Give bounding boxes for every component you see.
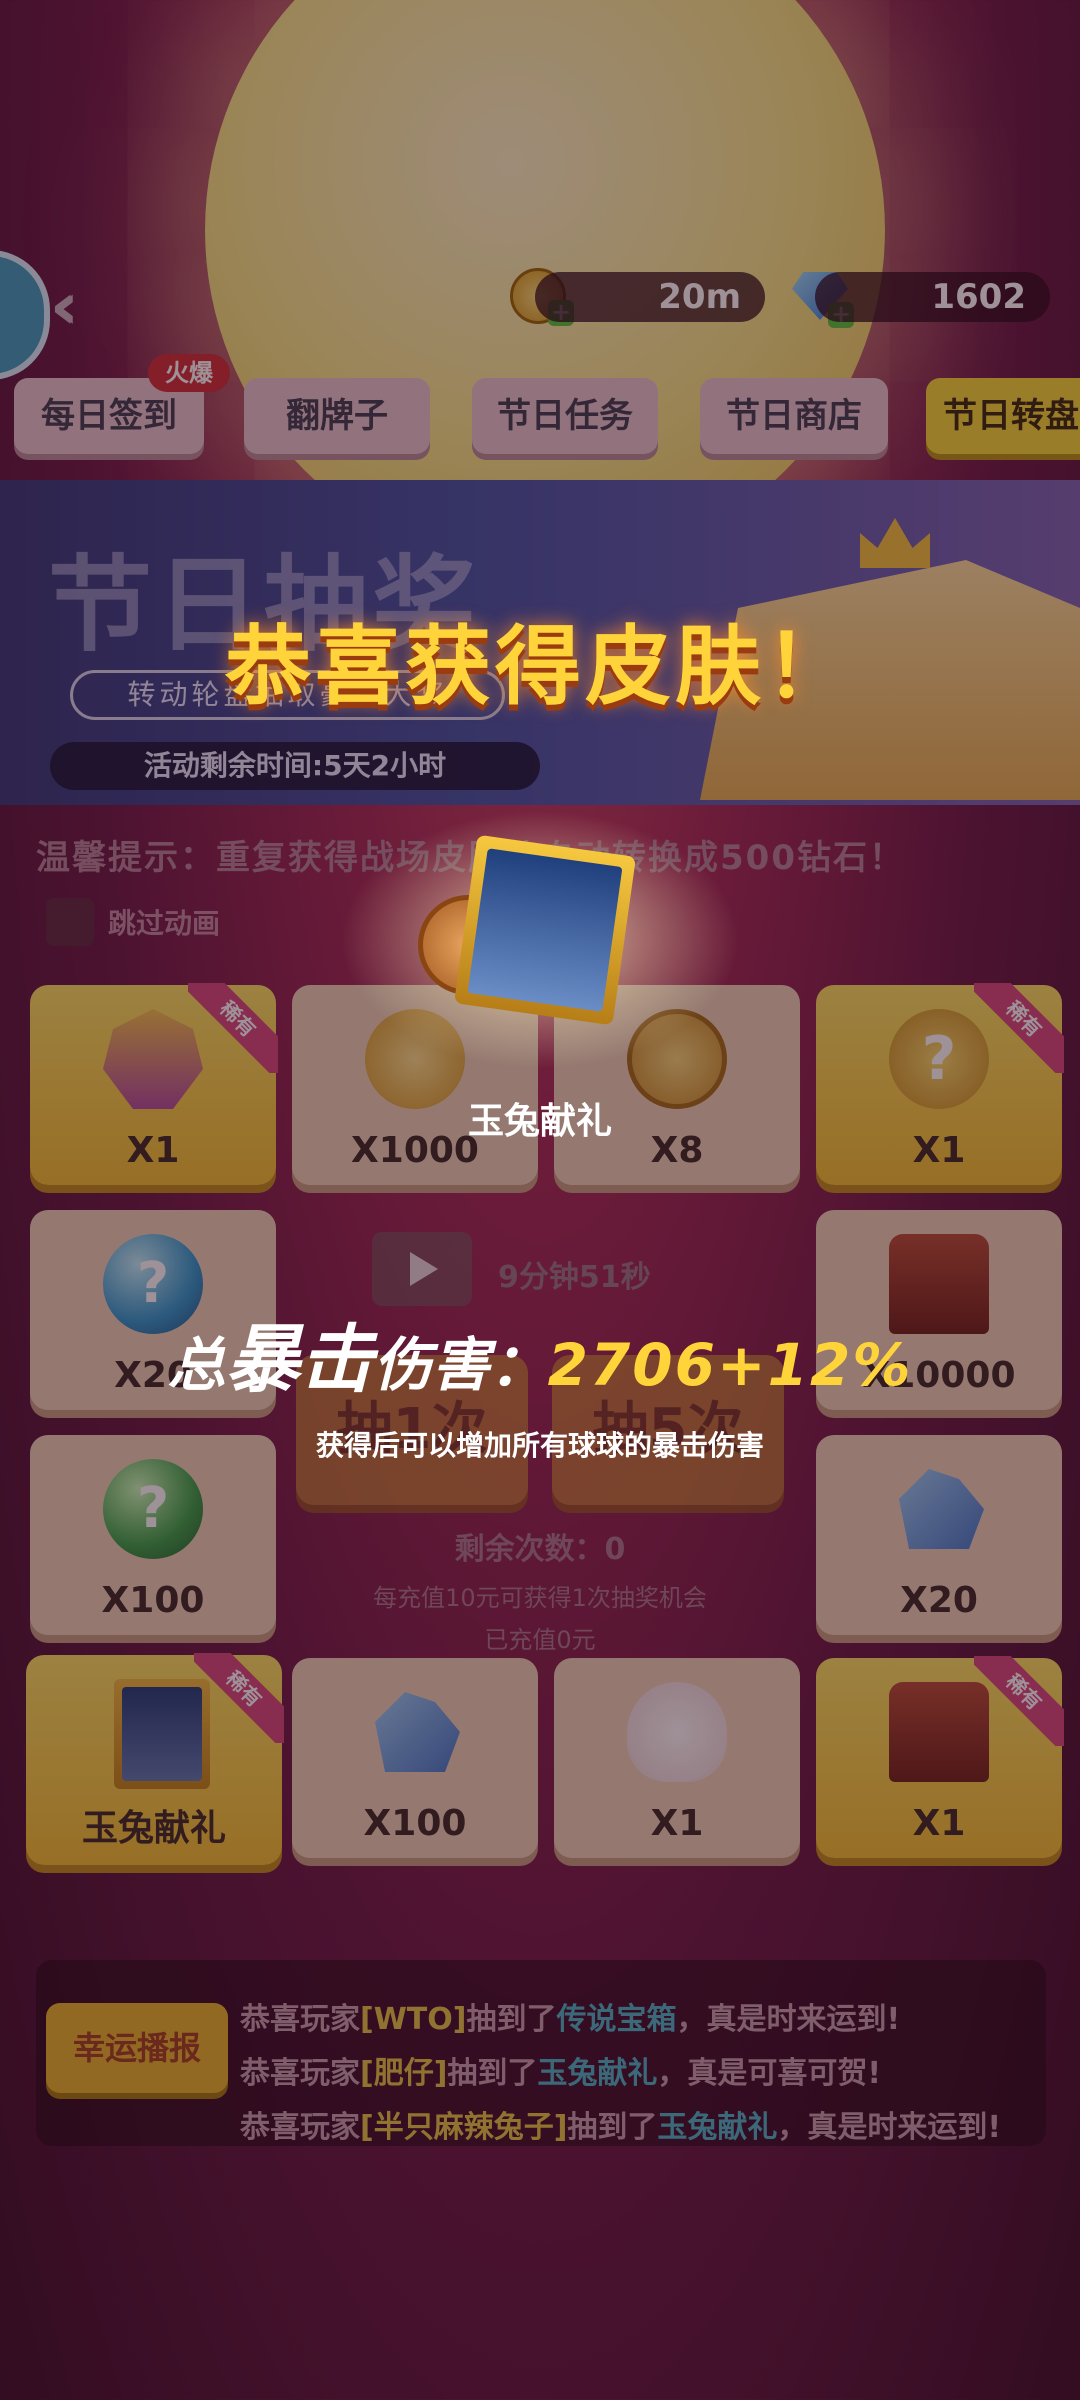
rabbit-portrait-icon xyxy=(453,834,637,1026)
video-ad-icon[interactable] xyxy=(372,1232,472,1306)
crit-damage-stat: 总暴击伤害：2706+12% xyxy=(167,1317,913,1403)
recharged-amount: 已充值0元 xyxy=(484,1626,596,1654)
prize-cell: X1 xyxy=(554,1658,800,1858)
reward-description: 获得后可以增加所有球球的暴击伤害 xyxy=(315,1429,764,1462)
hot-badge: 火爆 xyxy=(148,354,230,392)
blue-gems-icon xyxy=(375,1692,460,1772)
prize-cell: X100 xyxy=(292,1658,538,1858)
prize-cell: ? 稀有 X1 xyxy=(816,983,1064,1185)
recharge-hint: 每充值10元可获得1次抽奖机会 xyxy=(373,1584,707,1612)
gem-balance: 1602 xyxy=(815,272,1050,322)
rare-ribbon: 稀有 xyxy=(974,1656,1064,1746)
prize-qty: X1 xyxy=(912,1803,966,1844)
rare-ribbon: 稀有 xyxy=(194,1653,284,1743)
event-time-left: 活动剩余时间:5天2小时 xyxy=(50,742,540,790)
chevron-left-icon[interactable]: ‹‹ xyxy=(50,270,78,344)
reward-prize-name: 玉兔献礼 xyxy=(467,1101,612,1142)
rare-ribbon: 稀有 xyxy=(188,983,278,1073)
skip-animation-checkbox[interactable] xyxy=(46,898,94,946)
tab-festival-shop[interactable]: 节日商店 xyxy=(700,378,888,454)
prize-qty: X100 xyxy=(363,1803,467,1844)
ad-cooldown-timer: 9分钟51秒 xyxy=(498,1260,651,1295)
tab-flip-cards[interactable]: 翻牌子 xyxy=(244,378,430,454)
tab-festival-tasks[interactable]: 节日任务 xyxy=(472,378,658,454)
prize-cell: 稀有 X1 xyxy=(30,983,278,1185)
broadcast-line: 恭喜玩家[肥仔]抽到了玉兔献礼，真是可喜可贺! xyxy=(240,2056,882,2091)
tab-festival-wheel[interactable]: 节日转盘 xyxy=(926,378,1080,454)
skip-animation-label[interactable]: 跳过动画 xyxy=(108,902,220,942)
remaining-draws: 剩余次数：0 xyxy=(454,1532,626,1567)
prize-qty: X1 xyxy=(650,1803,704,1844)
prize-cell: 稀有 X1 xyxy=(816,1656,1064,1858)
coin-balance: 20m xyxy=(535,272,765,322)
back-button[interactable] xyxy=(0,250,50,380)
prize-qty: 玉兔献礼 xyxy=(81,1808,226,1849)
rare-ribbon: 稀有 xyxy=(974,983,1064,1073)
broadcast-line: 恭喜玩家[WTO]抽到了传说宝箱，真是时来运到! xyxy=(240,2002,901,2037)
white-rabbit-icon xyxy=(627,1682,727,1782)
prize-cell-selected: 稀有 玉兔献礼 xyxy=(26,1653,284,1865)
broadcast-line: 恭喜玩家[半只麻辣兔子]抽到了玉兔献礼，真是时来运到! xyxy=(240,2110,1002,2145)
reward-title: 恭喜获得皮肤！ xyxy=(225,617,855,717)
lucky-broadcast-button[interactable]: 幸运播报 xyxy=(46,2003,228,2093)
